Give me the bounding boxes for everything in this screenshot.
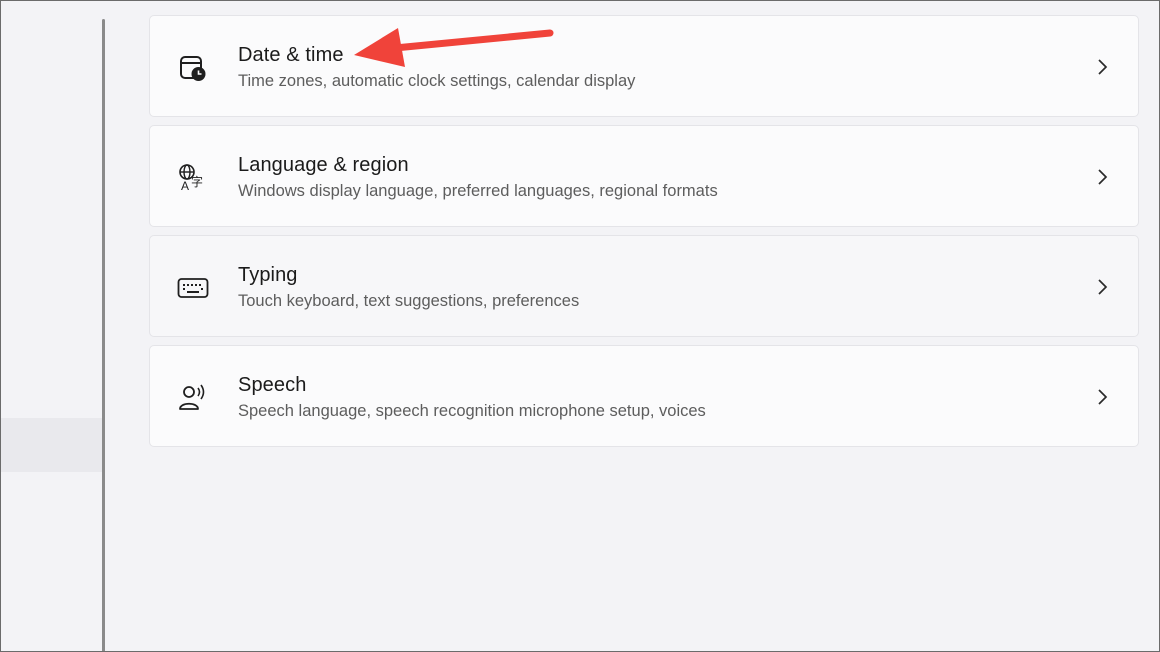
settings-item-title: Language & region — [238, 154, 409, 176]
settings-list: Date & time Time zones, automatic clock … — [149, 15, 1139, 455]
settings-window: Date & time Time zones, automatic clock … — [0, 0, 1160, 652]
settings-item-title: Speech — [238, 374, 307, 396]
settings-item-subtitle: Touch keyboard, text suggestions, prefer… — [238, 292, 580, 310]
settings-item-subtitle: Windows display language, preferred lang… — [238, 182, 718, 200]
settings-item-title: Date & time — [238, 44, 344, 66]
svg-text:A: A — [181, 179, 189, 193]
sidebar-scrollbar[interactable] — [102, 19, 105, 651]
chevron-right-icon — [1094, 386, 1110, 408]
language-icon: A 字 — [177, 162, 209, 194]
settings-item-typing[interactable]: Typing Touch keyboard, text suggestions,… — [149, 235, 1139, 337]
chevron-right-icon — [1094, 56, 1110, 78]
speech-icon — [177, 382, 209, 414]
keyboard-icon — [177, 272, 209, 304]
settings-item-speech[interactable]: Speech Speech language, speech recogniti… — [149, 345, 1139, 447]
chevron-right-icon — [1094, 166, 1110, 188]
chevron-right-icon — [1094, 276, 1110, 298]
sidebar — [1, 1, 103, 651]
settings-item-subtitle: Speech language, speech recognition micr… — [238, 402, 706, 420]
sidebar-selected-item[interactable] — [1, 418, 103, 472]
settings-item-language-region[interactable]: A 字 Language & region Windows display la… — [149, 125, 1139, 227]
svg-text:字: 字 — [191, 174, 203, 189]
settings-item-subtitle: Time zones, automatic clock settings, ca… — [238, 72, 636, 90]
settings-item-title: Typing — [238, 264, 298, 286]
settings-item-date-time[interactable]: Date & time Time zones, automatic clock … — [149, 15, 1139, 117]
calendar-clock-icon — [177, 52, 209, 84]
